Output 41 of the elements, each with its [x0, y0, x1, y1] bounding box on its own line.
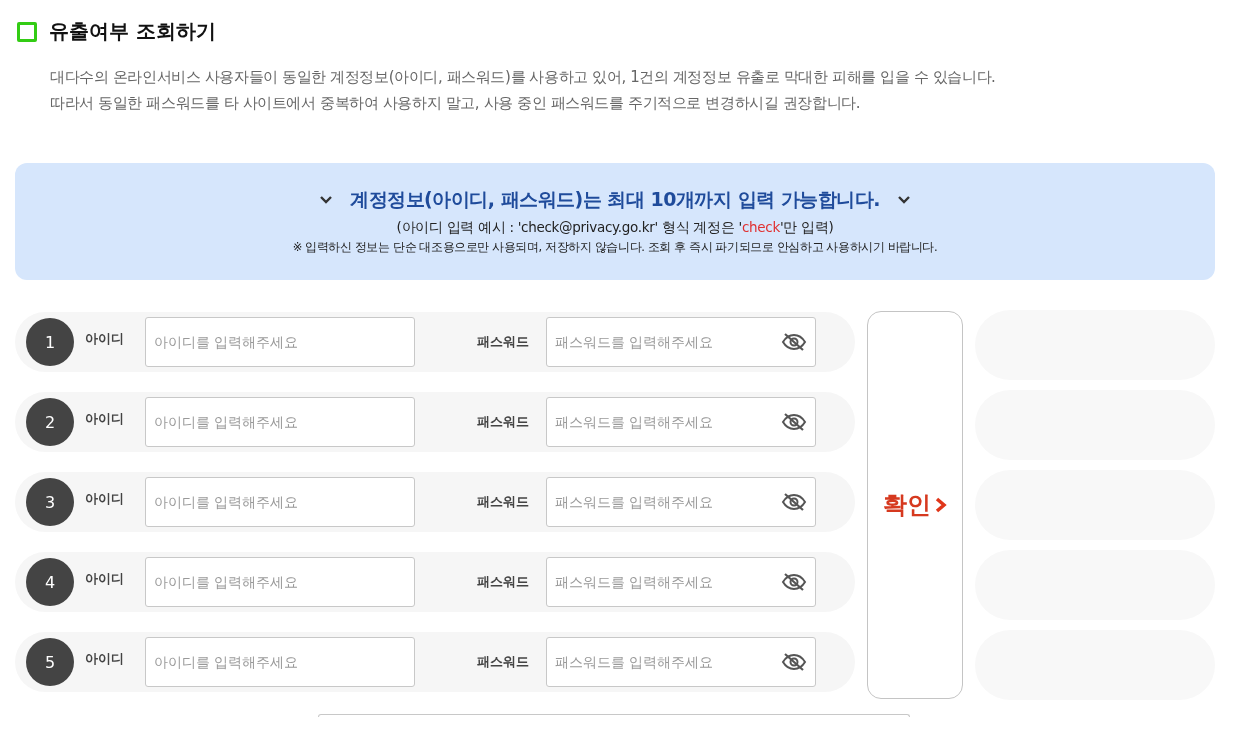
password-input-field[interactable]: 패스워드를 입력해주세요 [546, 477, 816, 527]
confirm-button[interactable]: 확인 [867, 311, 963, 699]
password-label: 패스워드 [477, 573, 530, 591]
password-input-field[interactable]: 패스워드를 입력해주세요 [546, 317, 816, 367]
privacy-note: ※ 입력하신 정보는 단순 대조용으로만 사용되며, 저장하지 않습니다. 조회 후 즉시 파기되므로 안심하고 사용하시기 바랍니다. [292, 240, 938, 255]
id-input-field[interactable]: 아이디를 입력해주세요 [145, 397, 415, 447]
description-text: 따라서 동일한 패스워드를 타 사이트에서 중복하여 사용하지 말고, 사용 중인 패스워드를 주기적으로 변경하시길 권장합니다. [50, 93, 862, 113]
hidden-eye-icon[interactable] [781, 572, 807, 592]
password-input-field[interactable]: 패스워드를 입력해주세요 [546, 557, 816, 607]
chevron-right-icon [935, 497, 947, 513]
chevron-down-icon [320, 196, 333, 204]
id-label: 아이디 [85, 570, 125, 588]
id-input-field[interactable]: 아이디를 입력해주세요 [145, 317, 415, 367]
hidden-eye-icon[interactable] [781, 332, 807, 352]
id-label: 아이디 [85, 490, 125, 508]
row-number: 4 [26, 558, 74, 606]
example-text: (아이디 입력 예시 : 'check@privacy.go.kr' 형식 계정은 'check'만 입력) [396, 219, 834, 237]
id-label: 아이디 [85, 410, 125, 428]
id-label: 아이디 [85, 330, 125, 348]
password-input-field[interactable]: 패스워드를 입력해주세요 [546, 637, 816, 687]
description-text: 대다수의 온라인서비스 사용자들이 동일한 계정정보(아이디, 패스워드)를 사용하고 있어, 1건의 계정정보 유출로 막대한 피해를 입을 수 있습니다. [50, 67, 997, 87]
row-number: 3 [26, 478, 74, 526]
square-icon [17, 21, 37, 42]
row-number: 5 [26, 638, 74, 686]
notice-headline: 계정정보(아이디, 패스워드)는 최대 10개까지 입력 가능합니다. [350, 187, 880, 212]
password-label: 패스워드 [477, 493, 530, 511]
password-label: 패스워드 [477, 653, 530, 671]
chevron-down-icon [897, 196, 910, 204]
id-label: 아이디 [85, 650, 125, 668]
password-label: 패스워드 [477, 333, 530, 351]
id-input-field[interactable]: 아이디를 입력해주세요 [145, 637, 415, 687]
id-input-field[interactable]: 아이디를 입력해주세요 [145, 557, 415, 607]
id-input-field[interactable]: 아이디를 입력해주세요 [145, 477, 415, 527]
row-number: 2 [26, 398, 74, 446]
section-title: 유출여부 조회하기 [49, 18, 216, 45]
hidden-eye-icon[interactable] [781, 492, 807, 512]
row-number: 1 [26, 318, 74, 366]
hidden-eye-icon[interactable] [781, 412, 807, 432]
hidden-eye-icon[interactable] [781, 652, 807, 672]
password-input-field[interactable]: 패스워드를 입력해주세요 [546, 397, 816, 447]
password-label: 패스워드 [477, 413, 530, 431]
